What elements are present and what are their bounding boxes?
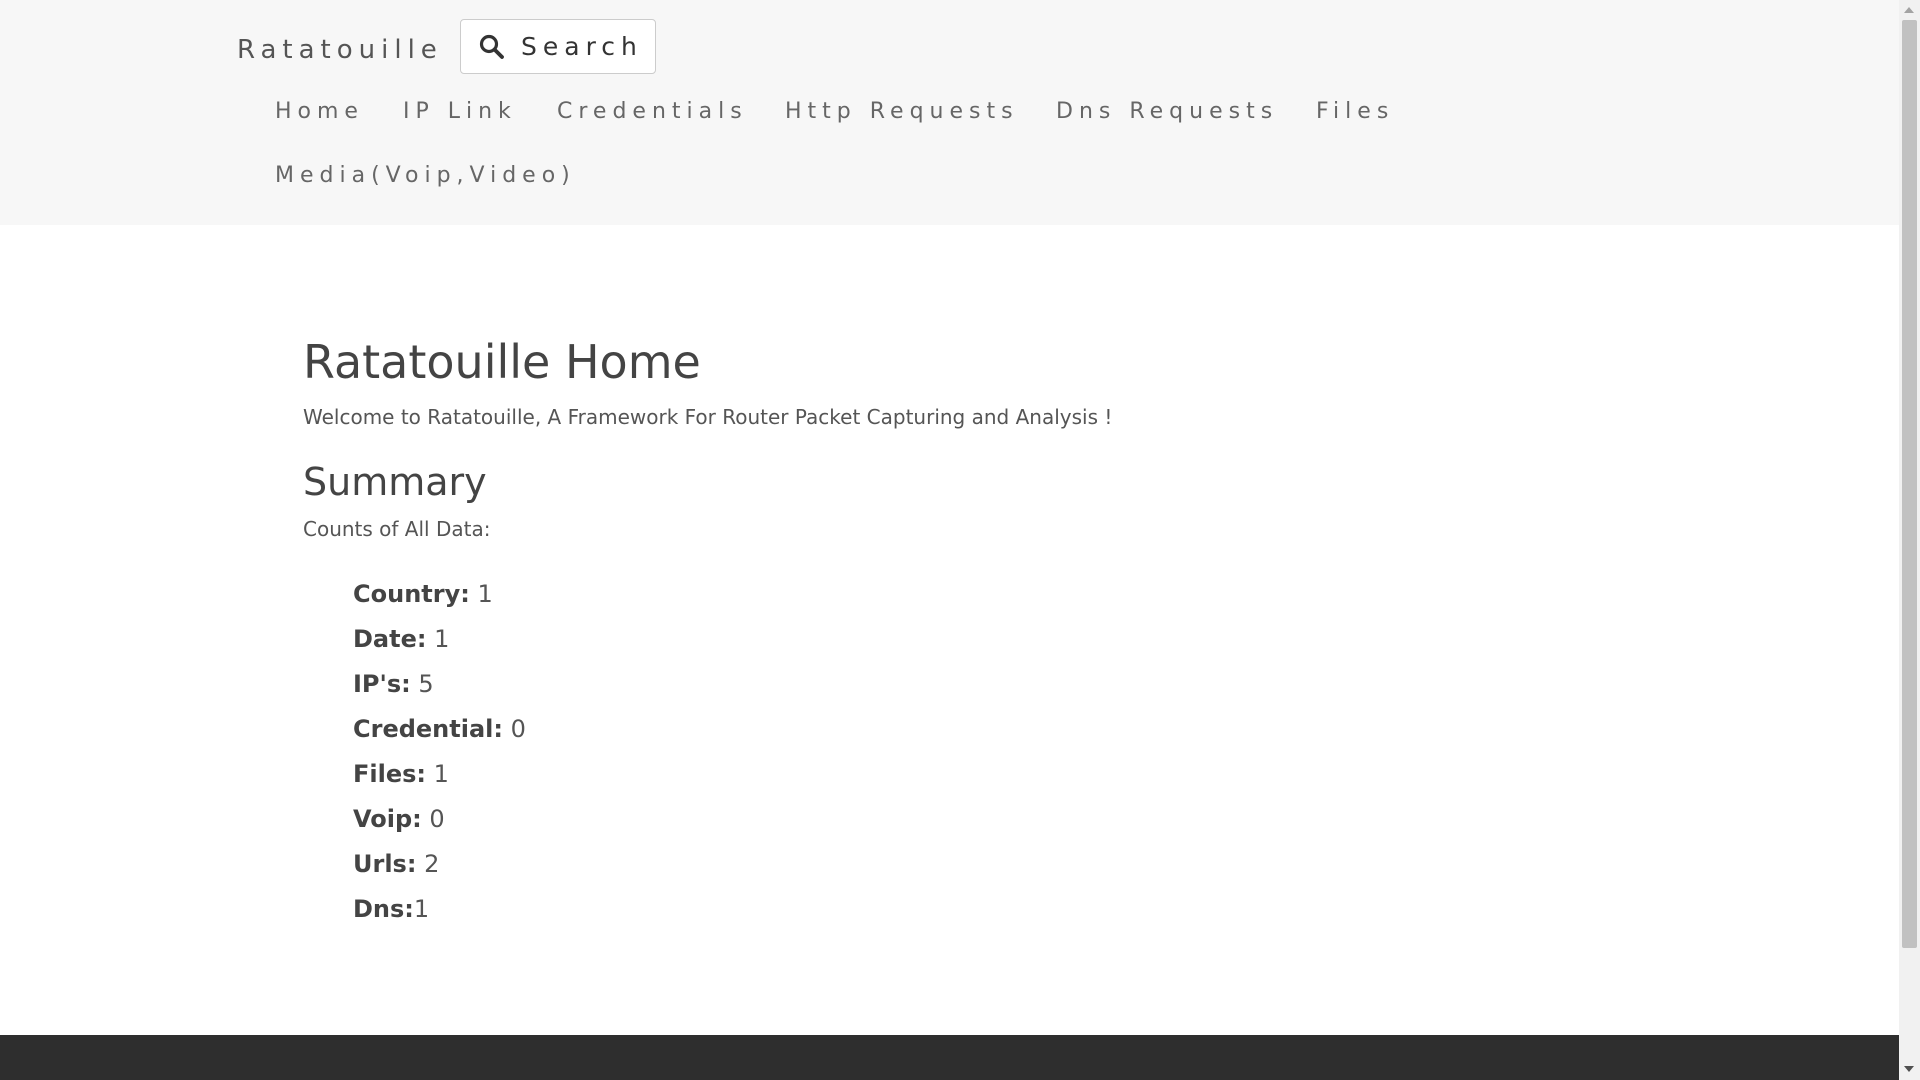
scroll-down-icon[interactable] (1904, 1066, 1914, 1072)
footer (0, 1035, 1899, 1080)
count-country: Country: 1 (353, 572, 1603, 617)
search-icon (478, 33, 506, 61)
nav-dns-requests[interactable]: Dns Requests (1056, 90, 1278, 134)
navbar: Ratatouille Search Home IP Link Credenti… (0, 0, 1899, 225)
count-label: Dns: (353, 895, 414, 923)
scroll-thumb[interactable] (1902, 20, 1917, 948)
summary-heading: Summary (303, 460, 487, 504)
search-label: Search (521, 32, 643, 61)
count-voip: Voip: 0 (353, 797, 1603, 842)
count-label: Country: (353, 580, 470, 608)
scroll-up-icon[interactable] (1904, 7, 1914, 13)
count-value: 5 (410, 670, 434, 698)
count-value: 1 (426, 760, 449, 788)
nav-home[interactable]: Home (275, 90, 364, 134)
nav-http-requests[interactable]: Http Requests (785, 90, 1019, 134)
browser-page: Ratatouille Search Home IP Link Credenti… (0, 0, 1920, 1080)
search-button[interactable]: Search (460, 19, 656, 74)
page-title: Ratatouille Home (303, 335, 701, 389)
main-content: Ratatouille Home Welcome to Ratatouille,… (303, 330, 1603, 932)
nav-files[interactable]: Files (1316, 90, 1394, 134)
brand-link[interactable]: Ratatouille (237, 30, 443, 70)
page-viewport: Ratatouille Search Home IP Link Credenti… (0, 0, 1899, 1080)
count-value: 2 (416, 850, 440, 878)
count-label: Date: (353, 625, 427, 653)
count-value: 1 (469, 580, 493, 608)
nav-credentials[interactable]: Credentials (557, 90, 748, 134)
summary-list: Country: 1 Date: 1 IP's: 5 Credential: 0… (353, 572, 1603, 932)
count-value: 1 (426, 625, 450, 653)
count-credential: Credential: 0 (353, 707, 1603, 752)
count-dns: Dns:1 (353, 887, 1603, 932)
count-label: Voip: (353, 805, 422, 833)
count-value: 1 (413, 895, 430, 923)
nav-media[interactable]: Media(Voip,Video) (275, 154, 576, 198)
vertical-scrollbar[interactable] (1899, 0, 1920, 1080)
count-value: 0 (503, 715, 526, 743)
count-date: Date: 1 (353, 617, 1603, 662)
summary-subtitle: Counts of All Data: (303, 517, 491, 541)
nav-ip-link[interactable]: IP Link (403, 90, 517, 134)
count-urls: Urls: 2 (353, 842, 1603, 887)
count-files: Files: 1 (353, 752, 1603, 797)
count-label: Urls: (353, 850, 417, 878)
count-label: Files: (353, 760, 427, 788)
count-value: 0 (421, 805, 445, 833)
count-ips: IP's: 5 (353, 662, 1603, 707)
intro-text: Welcome to Ratatouille, A Framework For … (303, 405, 1113, 429)
count-label: Credential: (353, 715, 503, 743)
count-label: IP's: (353, 670, 411, 698)
